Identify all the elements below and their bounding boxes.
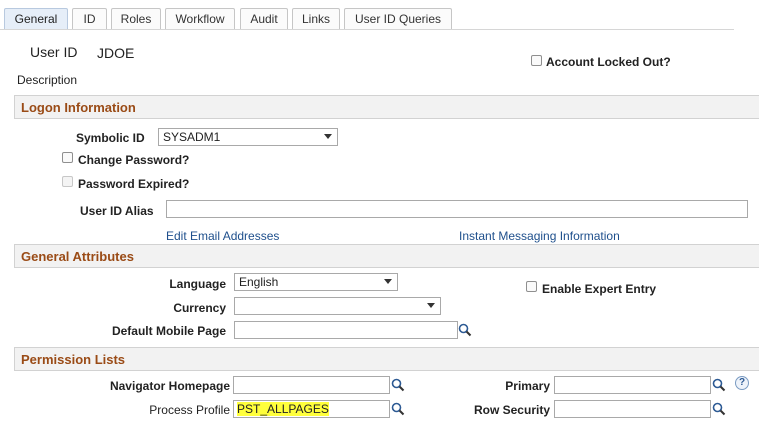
currency-select[interactable]	[234, 297, 441, 315]
password-expired-label: Password Expired?	[78, 177, 190, 191]
row-security-label: Row Security	[473, 403, 550, 417]
edit-email-addresses-link[interactable]: Edit Email Addresses	[166, 229, 279, 243]
language-value: English	[239, 275, 279, 289]
tab-bar: General ID Roles Workflow Audit Links Us…	[0, 8, 759, 30]
account-locked-checkbox[interactable]	[531, 55, 542, 66]
chevron-down-icon	[384, 279, 392, 284]
symbolic-id-label: Symbolic ID	[76, 131, 145, 145]
default-mobile-page-input[interactable]	[234, 321, 458, 339]
logon-information-title: Logon Information	[21, 100, 136, 115]
chevron-down-icon	[324, 134, 332, 139]
user-id-alias-label: User ID Alias	[80, 204, 154, 218]
account-locked-label: Account Locked Out?	[546, 55, 671, 69]
symbolic-id-value: SYSADM1	[163, 130, 221, 144]
enable-expert-entry-checkbox[interactable]	[526, 281, 537, 292]
logon-information-section: Logon Information	[14, 95, 759, 119]
description-label: Description	[17, 73, 78, 87]
search-icon[interactable]	[712, 378, 726, 392]
tab-audit[interactable]: Audit	[240, 8, 288, 29]
primary-input[interactable]	[554, 376, 711, 394]
permission-lists-section: Permission Lists	[14, 347, 759, 371]
user-id-alias-input[interactable]	[166, 200, 748, 218]
default-mobile-page-label: Default Mobile Page	[111, 324, 226, 338]
tab-roles[interactable]: Roles	[111, 8, 161, 29]
password-expired-checkbox	[62, 176, 73, 187]
tab-workflow[interactable]: Workflow	[165, 8, 235, 29]
search-icon[interactable]	[391, 402, 405, 416]
language-label: Language	[169, 277, 226, 291]
change-password-label: Change Password?	[78, 153, 190, 167]
search-icon[interactable]	[712, 402, 726, 416]
user-id-value: JDOE	[97, 45, 135, 61]
search-icon[interactable]	[458, 323, 472, 337]
navigator-homepage-input[interactable]	[233, 376, 390, 394]
tab-general[interactable]: General	[4, 8, 68, 29]
process-profile-input[interactable]: PST_ALLPAGES	[233, 400, 390, 418]
instant-messaging-link[interactable]: Instant Messaging Information	[459, 229, 620, 243]
navigator-homepage-label: Navigator Homepage	[109, 379, 230, 393]
process-profile-value: PST_ALLPAGES	[237, 402, 329, 416]
language-select[interactable]: English	[234, 273, 398, 291]
tab-user-id-queries[interactable]: User ID Queries	[344, 8, 452, 29]
process-profile-label: Process Profile	[149, 403, 230, 417]
chevron-down-icon	[427, 303, 435, 308]
row-security-input[interactable]	[554, 400, 711, 418]
primary-label: Primary	[505, 379, 550, 393]
help-icon[interactable]: ?	[735, 376, 749, 390]
general-attributes-title: General Attributes	[21, 249, 134, 264]
permission-lists-title: Permission Lists	[21, 352, 126, 367]
symbolic-id-select[interactable]: SYSADM1	[158, 128, 338, 146]
general-attributes-section: General Attributes	[14, 244, 759, 268]
tab-links[interactable]: Links	[292, 8, 340, 29]
user-id-label: User ID	[30, 44, 78, 60]
tab-baseline	[0, 29, 734, 30]
currency-label: Currency	[173, 301, 226, 315]
enable-expert-entry-label: Enable Expert Entry	[542, 282, 657, 296]
change-password-checkbox[interactable]	[62, 152, 73, 163]
search-icon[interactable]	[391, 378, 405, 392]
tab-id[interactable]: ID	[72, 8, 107, 29]
